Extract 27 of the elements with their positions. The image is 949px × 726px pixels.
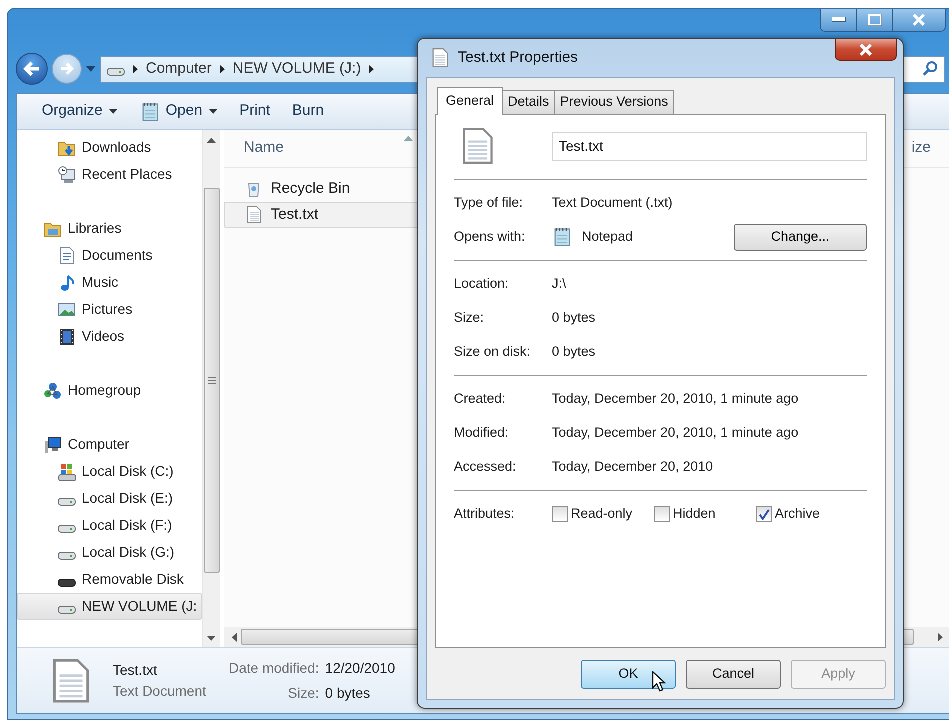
field-value: Today, December 20, 2010, 1 minute ago: [552, 424, 799, 442]
detail-label: Size:: [287, 684, 320, 702]
detail-value: 0 bytes: [325, 684, 372, 703]
field-value: Today, December 20, 2010, 1 minute ago: [552, 390, 799, 408]
field-value: Text Document (.txt): [552, 194, 673, 212]
field-label: Opens with:: [454, 228, 526, 246]
field-label: Size:: [454, 308, 486, 327]
field-value: J:\: [552, 274, 566, 293]
checkbox-label: Archive: [775, 504, 820, 523]
field-value: 0 bytes: [552, 342, 596, 361]
checkbox-label: Hidden: [673, 504, 716, 523]
field-label: Size on disk:: [454, 342, 532, 361]
field-label: Location:: [454, 274, 510, 293]
dialog-title: Test.txt Properties: [458, 48, 578, 68]
file-type: Text Document: [113, 682, 208, 700]
field-label: Type of file:: [454, 194, 524, 212]
field-label: Modified:: [454, 424, 510, 442]
field-label: Attributes:: [454, 504, 516, 523]
detail-value: 12/20/2010: [325, 658, 396, 678]
field-value: Notepad: [582, 228, 634, 246]
field-label: Accessed:: [454, 458, 518, 476]
checkbox-label: Read-only: [571, 504, 633, 523]
field-label: Created:: [454, 390, 507, 408]
field-value: Today, December 20, 2010: [552, 458, 714, 476]
field-value: 0 bytes: [552, 308, 596, 327]
file-name: Test.txt: [113, 660, 158, 680]
detail-label: Date modified:: [229, 658, 320, 678]
